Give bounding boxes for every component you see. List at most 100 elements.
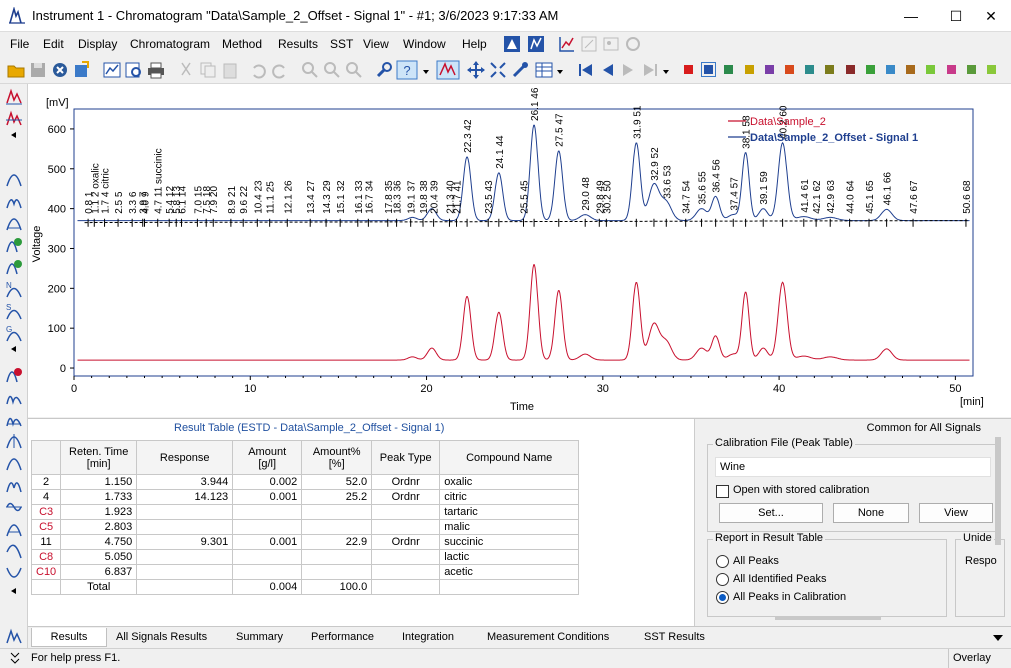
tab-summary[interactable]: Summary	[228, 628, 291, 647]
color-swatch-6[interactable]	[785, 65, 794, 74]
print-icon[interactable]	[146, 60, 166, 80]
peak-tool-7-icon[interactable]	[5, 498, 23, 516]
menu-window[interactable]: Window	[403, 37, 446, 51]
table-icon[interactable]	[534, 60, 554, 80]
nav-dropdown-icon[interactable]	[662, 60, 670, 80]
peak-tool-10-icon[interactable]	[5, 564, 23, 582]
tab-integration[interactable]: Integration	[394, 628, 462, 647]
color-swatch-5[interactable]	[764, 65, 774, 74]
menu-display[interactable]: Display	[78, 37, 117, 51]
tab-results[interactable]: Results	[31, 628, 107, 647]
peak-tool-3-icon[interactable]	[5, 410, 23, 428]
color-swatch-13[interactable]	[926, 65, 936, 74]
peak-tool-2-icon[interactable]	[5, 388, 23, 406]
s-peak-icon[interactable]: S	[5, 302, 23, 320]
table-row[interactable]: C3 1.923 tartaric	[30, 504, 580, 520]
collapse-arrow-icon[interactable]	[5, 130, 23, 140]
first-icon[interactable]	[576, 60, 596, 80]
color-swatch-10[interactable]	[865, 65, 875, 74]
export-icon[interactable]	[72, 60, 92, 80]
baseline-2-icon[interactable]	[5, 628, 23, 646]
add-peak-icon[interactable]	[5, 170, 23, 188]
close-button[interactable]: ✕	[968, 0, 1011, 32]
peak-tool-4-icon[interactable]	[5, 432, 23, 450]
tab-measurement-conditions[interactable]: Measurement Conditions	[479, 628, 617, 647]
color-swatch-11[interactable]	[886, 65, 895, 74]
minimize-button[interactable]: —	[888, 0, 934, 32]
chart-icon[interactable]	[102, 60, 122, 80]
peak-tool-5-icon[interactable]	[5, 454, 23, 472]
set-button[interactable]: Set...	[719, 503, 823, 523]
table-dropdown-icon[interactable]	[556, 60, 564, 80]
menu-sst[interactable]: SST	[330, 37, 353, 51]
color-swatch-1[interactable]	[684, 65, 693, 74]
move-icon[interactable]	[466, 60, 486, 80]
open-folder-icon[interactable]	[6, 60, 26, 80]
menu-view[interactable]: View	[363, 37, 389, 51]
color-swatch-15[interactable]	[966, 65, 976, 74]
col-header-retention[interactable]: Reten. Time [min]	[60, 440, 138, 475]
color-swatch-2[interactable]	[701, 62, 717, 77]
valley-icon[interactable]	[5, 214, 23, 232]
peak-tool-9-icon[interactable]	[5, 542, 23, 560]
report-icon[interactable]	[527, 35, 545, 53]
tab-all-signals-results[interactable]: All Signals Results	[108, 628, 215, 647]
prev-icon[interactable]	[598, 60, 618, 80]
help-icon[interactable]: ?	[396, 60, 420, 80]
table-row[interactable]: 4 1.733 14.123 0.001 25.2 Ordnr citric	[30, 489, 580, 505]
panel-h-scrollbar[interactable]	[775, 617, 881, 620]
tab-sst-results[interactable]: SST Results	[636, 628, 713, 647]
radio-identified-peaks[interactable]	[716, 573, 729, 586]
calibration-file-field[interactable]: Wine	[715, 457, 991, 477]
g-peak-icon[interactable]: G	[5, 324, 23, 342]
chromatogram-chart[interactable]: [mV] Voltage Time [min] 0 100 200 300 400 500 600 0…	[28, 84, 1011, 417]
chart-compare-icon[interactable]	[558, 35, 576, 53]
status-toggle-icon[interactable]	[8, 651, 22, 665]
collapse-arrow-3-icon[interactable]	[5, 586, 23, 596]
color-swatch-8[interactable]	[825, 65, 835, 74]
split-peak-icon[interactable]	[5, 192, 23, 210]
panel-scrollbar[interactable]	[995, 437, 1001, 545]
color-swatch-9[interactable]	[845, 65, 855, 74]
n-peak-icon[interactable]: N	[5, 280, 23, 298]
table-row[interactable]: 11 4.750 9.301 0.001 22.9 Ordnr succinic	[30, 534, 580, 550]
color-swatch-16[interactable]	[987, 65, 996, 74]
collapse-arrow-2-icon[interactable]	[5, 344, 23, 354]
view-button[interactable]: View	[919, 503, 993, 523]
col-header-response[interactable]: Response	[136, 440, 234, 475]
menu-help[interactable]: Help	[462, 37, 487, 51]
table-row[interactable]: 2 1.150 3.944 0.002 52.0 Ordnr oxalic	[30, 474, 580, 490]
color-swatch-4[interactable]	[744, 65, 754, 74]
none-button[interactable]: None	[833, 503, 909, 523]
radio-all-peaks[interactable]	[716, 555, 729, 568]
method-icon[interactable]	[503, 35, 521, 53]
table-row[interactable]: C5 2.803 malic	[30, 519, 580, 535]
tools-icon[interactable]	[510, 60, 530, 80]
tab-performance[interactable]: Performance	[303, 628, 382, 647]
peak-tool-icon[interactable]	[5, 88, 23, 106]
save-icon[interactable]	[28, 60, 48, 80]
col-header-amount-pct[interactable]: Amount% [%]	[301, 440, 373, 475]
fit-icon[interactable]	[488, 60, 508, 80]
color-swatch-7[interactable]	[805, 65, 815, 74]
baseline-tool-icon[interactable]	[5, 110, 23, 128]
color-swatch-12[interactable]	[906, 65, 916, 74]
dropdown-arrow-icon[interactable]	[422, 60, 430, 80]
table-row[interactable]: C10 6.837 acetic	[30, 564, 580, 580]
menu-method[interactable]: Method	[222, 37, 262, 51]
tabs-dropdown-icon[interactable]	[992, 633, 1004, 643]
add-green-2-icon[interactable]	[5, 258, 23, 276]
menu-file[interactable]: File	[10, 37, 29, 51]
delete-peak-icon[interactable]	[5, 366, 23, 384]
close-doc-icon[interactable]	[50, 60, 70, 80]
col-header-peak-type[interactable]: Peak Type	[371, 440, 441, 475]
open-stored-checkbox[interactable]	[716, 485, 729, 498]
table-row[interactable]: C8 5.050 lactic	[30, 549, 580, 565]
col-header-id[interactable]	[30, 440, 62, 475]
color-swatch-14[interactable]	[946, 65, 956, 74]
col-header-compound[interactable]: Compound Name	[439, 440, 580, 475]
signal-icon[interactable]	[436, 60, 460, 80]
wrench-icon[interactable]	[374, 60, 394, 80]
peak-tool-6-icon[interactable]	[5, 476, 23, 494]
add-green-icon[interactable]	[5, 236, 23, 254]
